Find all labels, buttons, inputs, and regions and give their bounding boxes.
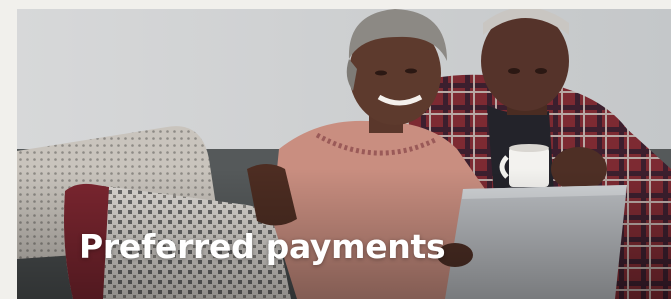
- hero-banner: Preferred payments: [17, 9, 671, 299]
- hero-title: Preferred payments: [79, 227, 446, 266]
